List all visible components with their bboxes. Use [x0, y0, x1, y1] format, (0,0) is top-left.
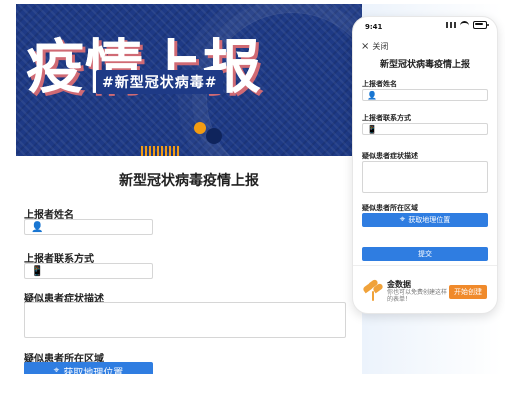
- submit-label: 提交: [418, 250, 432, 258]
- screenshot-stage: 疫情上报 #新型冠状病毒# 新型冠状病毒疫情上报 上报者姓名 👤 上报者联系方式…: [0, 0, 505, 403]
- phone-reporter-contact-label: 上报者联系方式: [362, 114, 411, 122]
- phone-area-label: 疑似患者所在区域: [362, 204, 418, 212]
- battery-icon: [473, 21, 489, 29]
- desktop-form-page: 疫情上报 #新型冠状病毒# 新型冠状病毒疫情上报 上报者姓名 👤 上报者联系方式…: [16, 4, 362, 374]
- phone-symptom-label: 疑似患者症状描述: [362, 152, 418, 160]
- phone-icon: 📱: [31, 266, 44, 277]
- close-icon: ×: [361, 40, 370, 52]
- phone-reporter-contact-input[interactable]: 📱: [362, 123, 488, 135]
- promo-footer: 金数据 你也可以免费创建这样的表单！ 开始创建: [353, 271, 497, 313]
- brand-logo-icon: [362, 278, 384, 301]
- phone-preview: 9:41 × 关闭 新型冠状病毒疫情上报 上报者姓名 👤 上报者联系方式 📱 疑…: [352, 16, 498, 314]
- get-location-button[interactable]: ⌖ 获取地理位置: [24, 362, 153, 374]
- get-location-button-label: 获取地理位置: [63, 367, 124, 375]
- phone-reporter-name-input[interactable]: 👤: [362, 89, 488, 101]
- banner-subtitle: #新型冠状病毒#: [96, 70, 224, 94]
- phone-reporter-name-label: 上报者姓名: [362, 80, 397, 88]
- symptom-description-textarea[interactable]: [24, 302, 346, 338]
- wifi-icon: [460, 21, 469, 29]
- close-label: 关闭: [372, 42, 389, 51]
- open-create-button[interactable]: 开始创建: [449, 285, 487, 299]
- status-icons: [446, 21, 489, 29]
- reporter-contact-input[interactable]: 📱: [24, 263, 153, 279]
- open-create-label: 开始创建: [454, 288, 482, 296]
- location-pin-icon: ⌖: [53, 365, 60, 375]
- hero-banner: 疫情上报 #新型冠状病毒#: [16, 4, 362, 156]
- form-title: 新型冠状病毒疫情上报: [119, 173, 259, 189]
- phone-get-location-label: 获取地理位置: [408, 216, 451, 224]
- phone-status-bar: 9:41: [353, 17, 497, 33]
- phone-symptom-textarea[interactable]: [362, 161, 488, 193]
- banner-dot-orange: [194, 122, 206, 134]
- phone-get-location-button[interactable]: ⌖ 获取地理位置: [362, 213, 488, 227]
- person-icon: 👤: [31, 222, 44, 233]
- desktop-form: 新型冠状病毒疫情上报 上报者姓名 👤 上报者联系方式 📱 疑似患者症状描述 疑似…: [16, 156, 362, 374]
- signal-icon: [446, 22, 456, 28]
- banner-dot-navy: [206, 128, 222, 144]
- promo-text: 你也可以免费创建这样的表单！: [387, 289, 448, 304]
- banner-stripe: [141, 146, 181, 156]
- phone-form-title: 新型冠状病毒疫情上报: [379, 60, 470, 70]
- phone-time: 9:41: [365, 23, 383, 31]
- phone-icon: 📱: [367, 125, 377, 134]
- close-button[interactable]: × 关闭: [361, 41, 388, 52]
- submit-button[interactable]: 提交: [362, 247, 488, 261]
- person-icon: 👤: [367, 91, 377, 100]
- location-pin-icon: ⌖: [399, 214, 406, 225]
- reporter-name-input[interactable]: 👤: [24, 219, 153, 235]
- phone-divider: [353, 265, 497, 266]
- logo-stem: [372, 291, 374, 301]
